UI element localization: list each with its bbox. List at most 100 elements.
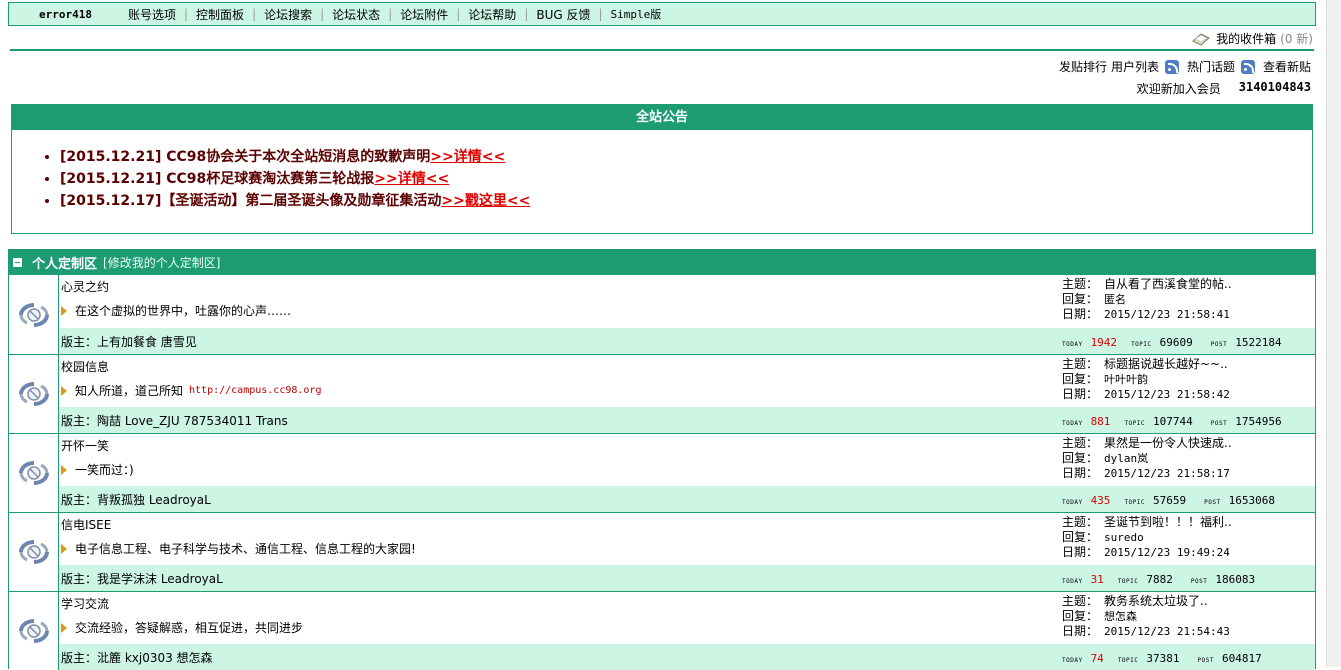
board-name-link[interactable]: 信电ISEE: [61, 516, 111, 533]
announcement-title: 全站公告: [12, 105, 1312, 130]
board-moderators[interactable]: 版主：陶喆 Love_ZJU 787534011 Trans: [61, 412, 288, 429]
date-label: 日期：: [1062, 624, 1099, 638]
last-topic-link[interactable]: 自从看了西溪食堂的帖..: [1104, 277, 1232, 292]
board-status-cell: [9, 592, 59, 670]
post-rank-link[interactable]: 发贴排行: [1059, 58, 1107, 75]
hot-topics-link[interactable]: 热门话题: [1187, 58, 1235, 75]
announcement-text[interactable]: [2015.12.17]【圣诞活动】第二届圣诞头像及勋章征集活动: [60, 193, 441, 209]
reply-label: 回复：: [1062, 530, 1099, 544]
board-moderators[interactable]: 版主：沘簏 kxj0303 想怎森: [61, 649, 213, 666]
topic-stat-label: TOPIC: [1124, 499, 1145, 506]
announcement-text[interactable]: [2015.12.21] CC98杯足球赛淘汰赛第三轮战报: [60, 171, 374, 187]
announcement-more-link[interactable]: >>详情<<: [430, 149, 505, 165]
last-topic-link[interactable]: 标题据说越长越好~~..: [1104, 357, 1228, 372]
board-name-link[interactable]: 学习交流: [61, 595, 109, 612]
last-post-date: 2015/12/23 21:54:43: [1104, 625, 1230, 638]
topic-count: 57659: [1153, 494, 1187, 507]
announcement-text[interactable]: [2015.12.21] CC98协会关于本次全站短消息的致歉声明: [60, 149, 430, 165]
post-label: POST: [1210, 341, 1228, 348]
post-label: POST: [1197, 657, 1214, 664]
page-scrollbar[interactable]: [1326, 0, 1341, 667]
board-stats: TODAY 1942 TOPIC 69609 POST 1522184: [1062, 336, 1282, 349]
rss-icon[interactable]: [1240, 59, 1255, 74]
board-row: 学习交流 交流经验，答疑解惑，相互促进，共同进步 版主：沘簏 kxj0303 想…: [9, 591, 1315, 670]
edit-zone-link[interactable]: [修改我的个人定制区]: [103, 254, 220, 271]
nav-forum-status[interactable]: 论坛状态: [324, 6, 388, 23]
board-moderators[interactable]: 版主：我是学沫沫 LeadroyaL: [61, 570, 223, 587]
nav-bug-feedback[interactable]: BUG 反馈: [528, 6, 598, 23]
last-topic-link[interactable]: 教务系统太垃圾了..: [1104, 594, 1208, 609]
topic-count: 37381: [1146, 652, 1180, 665]
username-link[interactable]: error418: [39, 8, 92, 21]
board-moderators[interactable]: 版主：上有加餐食 唐雪见: [61, 333, 197, 350]
new-member-link[interactable]: 3140104843: [1239, 80, 1311, 97]
board-main: 心灵之约 在这个虚拟的世界中，吐露你的心声…… 版主：上有加餐食 唐雪见 主题：…: [59, 275, 1315, 354]
announcement-more-link[interactable]: >>戳这里<<: [441, 193, 530, 209]
board-moderators[interactable]: 版主：背叛孤独 LeadroyaL: [61, 491, 211, 508]
nav-account-options[interactable]: 账号选项: [120, 6, 184, 23]
collapse-icon[interactable]: [13, 258, 22, 267]
date-label: 日期：: [1062, 307, 1099, 321]
nav-forum-help[interactable]: 论坛帮助: [460, 6, 524, 23]
nav-control-panel[interactable]: 控制面板: [188, 6, 252, 23]
board-status-cell: [9, 434, 59, 512]
rss-icon[interactable]: [1164, 59, 1179, 74]
last-post-date: 2015/12/23 21:58:41: [1104, 308, 1230, 321]
new-posts-link[interactable]: 查看新贴: [1263, 58, 1311, 75]
last-reply-user[interactable]: 想怎森: [1104, 609, 1137, 624]
topic-stat-label: TOPIC: [1131, 341, 1152, 348]
board-status-cell: [9, 355, 59, 433]
arrow-right-icon: [61, 543, 67, 554]
board-description: 电子信息工程、电子科学与技术、通信工程、信息工程的大家园!: [61, 540, 416, 557]
board-stats: TODAY 31 TOPIC 7882 POST 186083: [1062, 573, 1255, 586]
top-navbar: error418 账号选项 | 控制面板 | 论坛搜索 | 论坛状态 | 论坛附…: [8, 2, 1316, 26]
board-description-text: 电子信息工程、电子科学与技术、通信工程、信息工程的大家园!: [75, 542, 416, 556]
last-topic-link[interactable]: 果然是一份令人快速成..: [1104, 436, 1232, 451]
inbox-link[interactable]: 我的收件箱 (0 新): [1192, 30, 1313, 47]
topic-label: 主题：: [1062, 436, 1099, 450]
topic-label: 主题：: [1062, 515, 1099, 529]
topic-count: 69609: [1159, 336, 1193, 349]
date-label: 日期：: [1062, 387, 1099, 401]
post-label: POST: [1204, 499, 1221, 506]
post-label: POST: [1210, 420, 1228, 427]
board-row: 信电ISEE 电子信息工程、电子科学与技术、通信工程、信息工程的大家园! 版主：…: [9, 512, 1315, 591]
arrow-right-icon: [61, 622, 67, 633]
today-label: TODAY: [1062, 499, 1083, 506]
reply-label: 回复：: [1062, 451, 1099, 465]
board-name-link[interactable]: 校园信息: [61, 358, 109, 375]
last-reply-user[interactable]: 匿名: [1104, 292, 1126, 307]
board-main: 信电ISEE 电子信息工程、电子科学与技术、通信工程、信息工程的大家园! 版主：…: [59, 513, 1315, 591]
topic-count: 7882: [1146, 573, 1173, 586]
board-stats: TODAY 74 TOPIC 37381 POST 604817: [1062, 652, 1262, 665]
announcement-item: [2015.12.21] CC98杯足球赛淘汰赛第三轮战报>>详情<<: [60, 170, 1312, 188]
board-last-post-info: 主题： 教务系统太垃圾了.. 回复： 想怎森 日期： 2015/12/23 21:54…: [1062, 594, 1314, 639]
announcement-item: [2015.12.17]【圣诞活动】第二届圣诞头像及勋章征集活动>>戳这里<<: [60, 192, 1312, 210]
board-description-text: 知人所道，道己所知: [75, 384, 184, 398]
user-list-link[interactable]: 用户列表: [1111, 58, 1159, 75]
board-name-link[interactable]: 开怀一笑: [61, 437, 109, 454]
board-status-icon: [18, 382, 49, 406]
last-reply-user[interactable]: dylan岚: [1104, 451, 1148, 466]
quick-links: 发贴排行 用户列表 热门话题 查看新贴: [1055, 58, 1311, 75]
nav-simple-version[interactable]: Simple版: [603, 6, 670, 22]
announcement-more-link[interactable]: >>详情<<: [374, 171, 449, 187]
nav-forum-attachments[interactable]: 论坛附件: [392, 6, 456, 23]
board-list: 心灵之约 在这个虚拟的世界中，吐露你的心声…… 版主：上有加餐食 唐雪见 主题：…: [9, 275, 1315, 670]
last-reply-user[interactable]: suredo: [1104, 530, 1144, 545]
last-reply-user[interactable]: 叶叶叶韵: [1104, 372, 1148, 387]
today-count: 435: [1090, 494, 1111, 507]
last-topic-link[interactable]: 圣诞节到啦！！！福利..: [1104, 515, 1232, 530]
header-divider: [10, 49, 1314, 51]
nav-forum-search[interactable]: 论坛搜索: [256, 6, 320, 23]
board-url-link[interactable]: http://campus.cc98.org: [189, 385, 321, 396]
board-status-cell: [9, 513, 59, 591]
post-count: 1522184: [1235, 336, 1282, 349]
reply-label: 回复：: [1062, 372, 1099, 386]
board-stats: TODAY 881 TOPIC 107744 POST 1754956: [1062, 415, 1282, 428]
board-name-link[interactable]: 心灵之约: [61, 278, 109, 295]
today-label: TODAY: [1062, 341, 1083, 348]
board-description: 在这个虚拟的世界中，吐露你的心声……: [61, 302, 291, 319]
board-status-icon: [18, 461, 49, 485]
board-main: 开怀一笑 一笑而过：) 版主：背叛孤独 LeadroyaL 主题： 果然是一份令人…: [59, 434, 1315, 512]
